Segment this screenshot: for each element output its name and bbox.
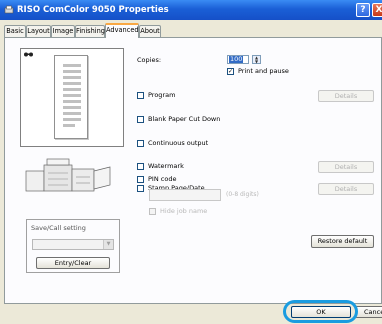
blank-paper-label: Blank Paper Cut Down <box>148 115 221 123</box>
entry-clear-button[interactable]: Entry/Clear <box>36 257 110 269</box>
tab-image[interactable]: Image <box>51 25 75 37</box>
copies-value: 100 <box>229 55 244 63</box>
tab-advanced[interactable]: Advanced <box>105 23 139 38</box>
program-label: Program <box>148 91 176 99</box>
window-title: RISO ComColor 9050 Properties <box>17 5 169 15</box>
print-and-pause-label: Print and pause <box>238 67 289 75</box>
continuous-output-checkbox[interactable] <box>137 140 144 147</box>
save-call-setting-group: Save/Call setting ▼ Entry/Clear <box>26 219 120 273</box>
save-call-label: Save/Call setting <box>31 224 86 232</box>
stamp-page-date-checkbox[interactable] <box>137 185 144 192</box>
tab-basic[interactable]: Basic <box>4 25 26 37</box>
close-button[interactable]: X <box>372 3 382 17</box>
pin-code-checkbox[interactable] <box>137 176 144 183</box>
hide-job-name-checkbox[interactable] <box>149 208 156 215</box>
continuous-output-label: Continuous output <box>148 139 209 147</box>
title-bar: RISO ComColor 9050 Properties ? X <box>0 0 382 20</box>
hide-job-name-label: Hide job name <box>160 207 208 215</box>
copies-label: Copies: <box>137 56 162 64</box>
blank-paper-checkbox[interactable] <box>137 116 144 123</box>
program-details-button[interactable]: Details <box>318 90 374 102</box>
page-preview <box>20 48 124 147</box>
help-button[interactable]: ? <box>356 3 370 17</box>
preview-page <box>54 55 88 139</box>
cancel-button[interactable]: Cancel <box>355 306 382 318</box>
printer-illustration <box>25 158 111 192</box>
pin-code-label: PIN code <box>148 175 177 183</box>
save-call-dropdown[interactable]: ▼ <box>32 239 114 250</box>
copies-spinner[interactable]: ▲ ▼ <box>252 55 261 64</box>
pin-code-input[interactable] <box>149 189 221 201</box>
ok-highlight-circle <box>283 300 358 323</box>
restore-default-button[interactable]: Restore default <box>311 235 374 248</box>
preview-text-lines <box>63 64 81 127</box>
chevron-down-icon[interactable]: ▼ <box>103 240 113 249</box>
zoom-binoculars-icon[interactable] <box>24 51 33 57</box>
watermark-details-button[interactable]: Details <box>318 161 374 173</box>
tab-finishing[interactable]: Finishing <box>75 25 105 37</box>
watermark-checkbox[interactable] <box>137 163 144 170</box>
printer-app-icon <box>4 5 14 14</box>
watermark-label: Watermark <box>148 162 184 170</box>
tab-about[interactable]: About <box>139 25 161 37</box>
pin-code-hint: (0-8 digits) <box>226 191 259 198</box>
program-checkbox[interactable] <box>137 92 144 99</box>
copies-input[interactable]: 100 <box>227 55 249 64</box>
stamp-details-button[interactable]: Details <box>318 183 374 195</box>
print-and-pause-checkbox[interactable]: ✓ <box>227 68 234 75</box>
spin-down-icon[interactable]: ▼ <box>253 60 260 64</box>
tab-layout[interactable]: Layout <box>26 25 51 37</box>
